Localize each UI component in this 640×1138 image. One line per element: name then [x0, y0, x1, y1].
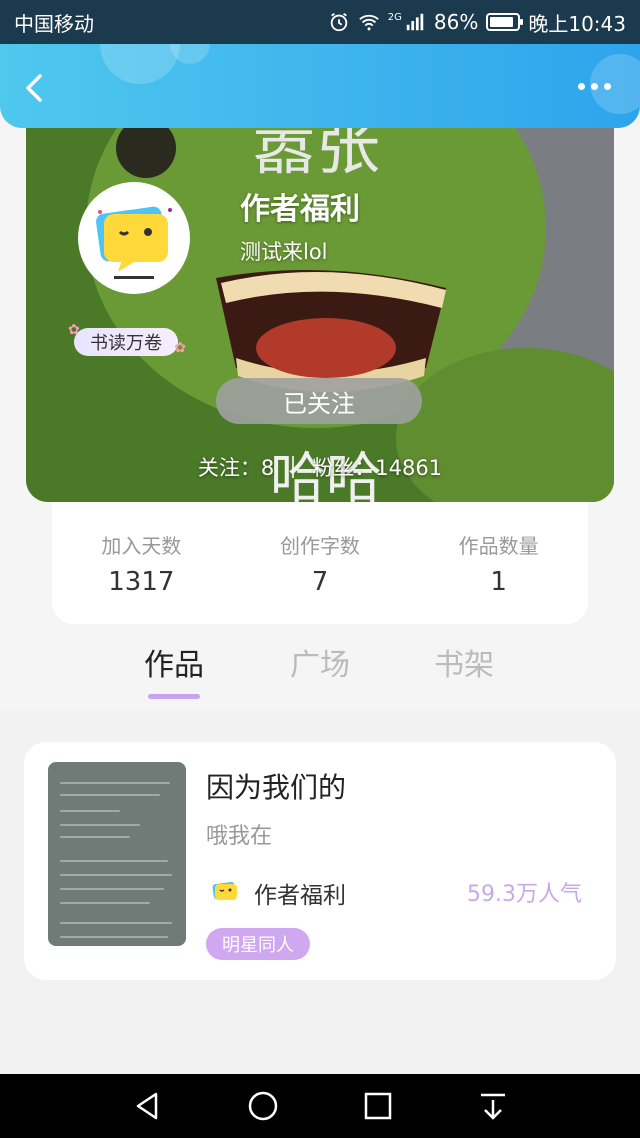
author-signature: 测试来lol: [240, 240, 328, 264]
back-triangle-icon[interactable]: [128, 1086, 168, 1126]
stats-card: 加入天数 1317 创作字数 7 作品数量 1: [52, 490, 588, 624]
stat-works-count: 作品数量 1: [409, 530, 588, 624]
carrier-label: 中国移动: [14, 11, 94, 36]
tab-bar: 作品 广场 书架: [0, 624, 640, 710]
stat-label: 加入天数: [101, 534, 182, 558]
signal-icon: [406, 13, 424, 31]
book-card[interactable]: 因为我们的 哦我在 作者福利 59.3万人气 明星同人: [24, 742, 616, 980]
wifi-icon: [359, 14, 379, 31]
battery-icon: [486, 13, 524, 31]
status-bar: 中国移动 2G 86% 晚上10:43: [0, 0, 640, 44]
book-author-avatar: [208, 874, 242, 908]
fans-count[interactable]: 粉丝：14861: [312, 452, 442, 482]
system-nav-bar: [0, 1074, 640, 1138]
author-avatar[interactable]: [78, 182, 190, 294]
stat-label: 作品数量: [458, 534, 539, 558]
header-bar: [0, 44, 640, 128]
stat-word-count: 创作字数 7: [231, 530, 410, 624]
status-icons: 2G 86% 晚上10:43: [328, 8, 626, 37]
divider: [292, 456, 295, 478]
tab-label: 书架: [434, 648, 494, 683]
profile-cover: 嚣张 哈哈 作者福利 测试来lol 书读万卷 已关注 关注：8 粉丝：14861: [26, 108, 614, 502]
recents-square-icon[interactable]: [358, 1086, 398, 1126]
stat-join-days: 加入天数 1317: [52, 530, 231, 624]
home-circle-icon[interactable]: [243, 1086, 283, 1126]
stat-value: 1317: [108, 567, 175, 597]
clock: 晚上10:43: [528, 11, 626, 36]
stat-value: 7: [311, 567, 329, 597]
book-popularity: 59.3万人气: [467, 882, 582, 907]
alarm-icon: [330, 12, 348, 32]
book-description: 哦我在: [206, 824, 273, 849]
tab-square[interactable]: 广场: [270, 640, 370, 699]
tab-label: 广场: [290, 648, 350, 683]
notification-pull-icon[interactable]: [473, 1086, 513, 1126]
reader-badge: 书读万卷: [68, 322, 186, 356]
stat-value: 1: [490, 567, 507, 597]
stat-label: 创作字数: [280, 534, 360, 558]
follow-counts: 关注：8 粉丝：14861: [26, 452, 614, 482]
following-count[interactable]: 关注：8: [198, 452, 274, 482]
book-author-name: 作者福利: [254, 883, 346, 909]
back-button[interactable]: [18, 70, 54, 106]
tab-label: 作品: [144, 648, 204, 683]
cover-image: 嚣张 哈哈: [26, 108, 614, 502]
more-button[interactable]: [578, 74, 618, 98]
book-genre-tag: 明星同人: [206, 928, 310, 960]
author-name: 作者福利: [240, 192, 360, 227]
tab-indicator: [148, 694, 200, 699]
battery-percent: 86%: [433, 10, 479, 34]
follow-button[interactable]: 已关注: [216, 378, 422, 424]
decor-bubble: [100, 44, 180, 84]
network-type: 2G: [387, 11, 402, 23]
book-title: 因为我们的: [206, 771, 347, 804]
book-cover-thumbnail: [48, 762, 186, 946]
tab-bookshelf[interactable]: 书架: [414, 640, 514, 699]
tab-works[interactable]: 作品: [124, 640, 224, 699]
